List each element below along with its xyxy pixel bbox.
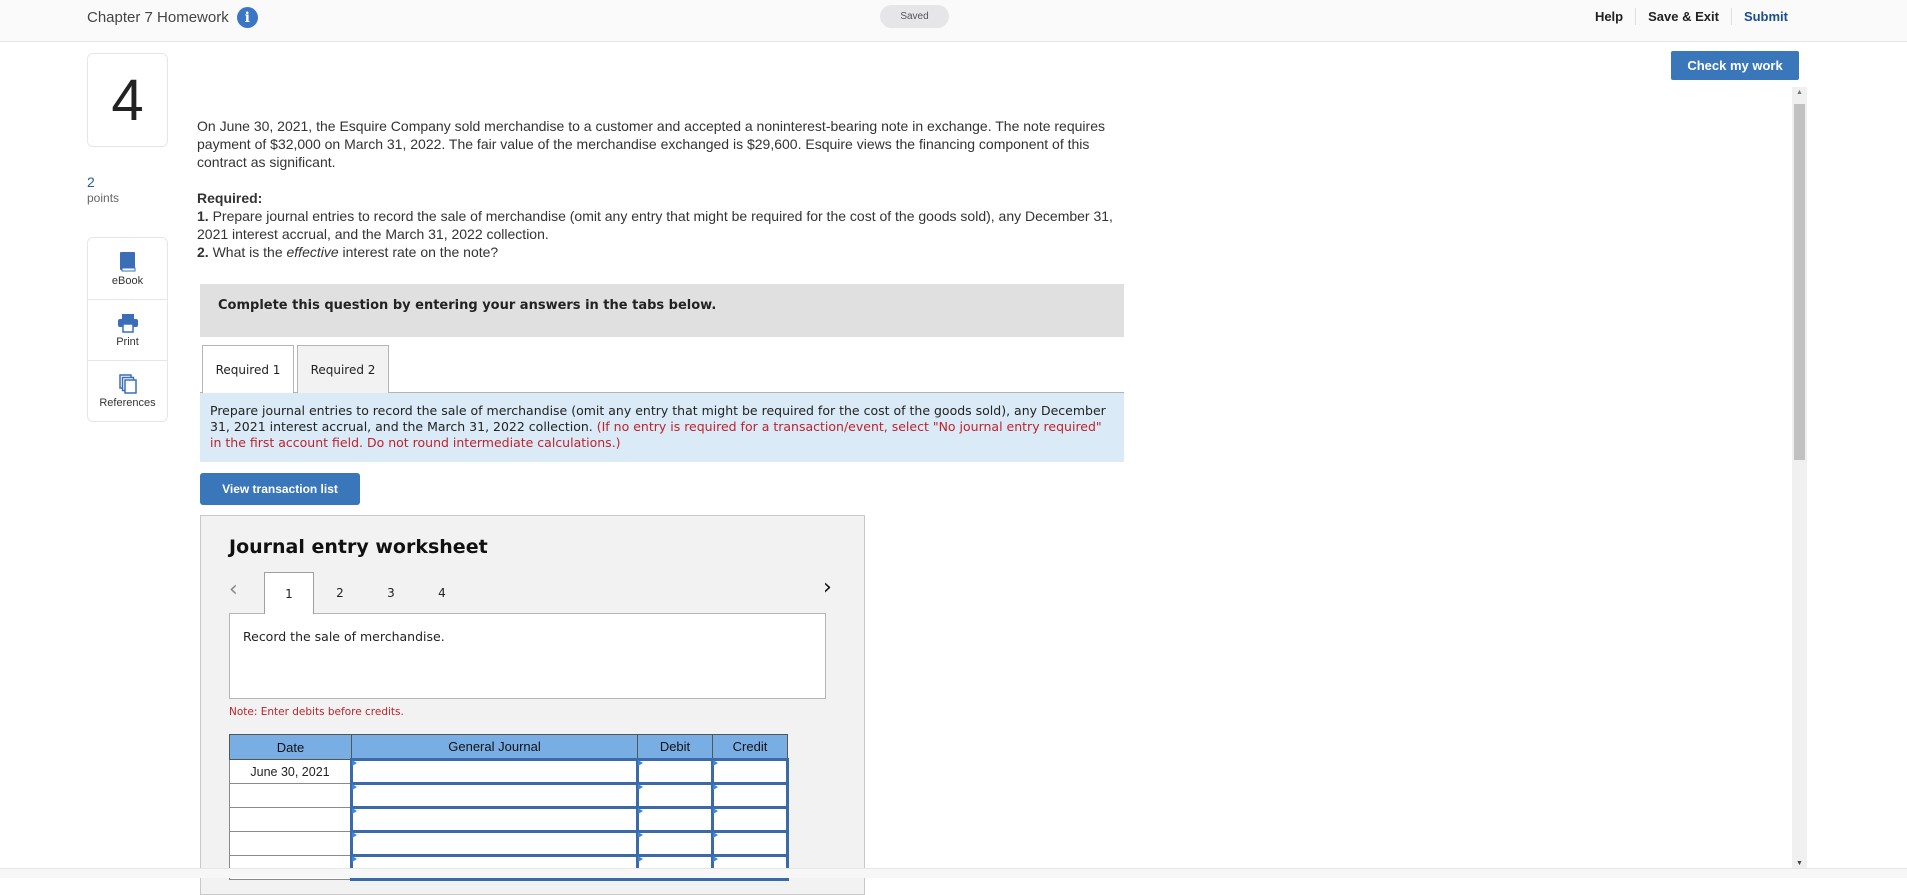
worksheet-description: Record the sale of merchandise. [229, 613, 826, 699]
worksheet-title: Journal entry worksheet [229, 536, 488, 558]
question-tools: eBook Print References [87, 237, 168, 422]
submit-link[interactable]: Submit [1730, 8, 1800, 25]
debit-input[interactable] [636, 782, 714, 809]
credit-input[interactable] [711, 758, 789, 785]
credit-input[interactable] [711, 806, 789, 833]
journal-header-row: Date General Journal Debit Credit [229, 734, 788, 760]
book-icon [119, 251, 137, 273]
points-label: points [87, 191, 120, 205]
scrollbar-thumb[interactable] [1794, 104, 1805, 460]
top-links: Help Save & Exit Submit [1583, 8, 1800, 25]
credit-input[interactable] [711, 782, 789, 809]
references-label: References [99, 397, 156, 409]
req2-text-pre: What is the [208, 244, 287, 260]
journal-entry-worksheet: Journal entry worksheet ‹ 1 2 3 4 › Reco… [200, 515, 865, 895]
requirement-2: 2. What is the effective interest rate o… [197, 243, 1127, 261]
ebook-label: eBook [111, 274, 144, 287]
table-row [229, 782, 789, 809]
account-select[interactable] [350, 830, 639, 857]
references-button[interactable]: References [88, 360, 167, 421]
column-general-journal: General Journal [351, 734, 638, 760]
print-button[interactable]: Print [88, 299, 167, 360]
worksheet-page-1[interactable]: 1 [264, 572, 314, 614]
debit-input[interactable] [636, 758, 714, 785]
account-select[interactable] [350, 806, 639, 833]
date-cell [229, 783, 352, 808]
saved-status-badge: Saved [880, 5, 949, 28]
check-my-work-button[interactable]: Check my work [1671, 51, 1799, 80]
column-date: Date [229, 734, 352, 760]
tab-required-1[interactable]: Required 1 [202, 345, 294, 394]
journal-table: Date General Journal Debit Credit June 3… [229, 734, 789, 881]
date-cell [229, 807, 352, 832]
complete-question-banner: Complete this question by entering your … [200, 284, 1124, 337]
ebook-button[interactable]: eBook [88, 238, 167, 299]
required-heading: Required: [197, 190, 263, 206]
req2-text-emphasis: effective [286, 244, 339, 260]
print-label: Print [116, 336, 139, 348]
scroll-down-arrow-icon[interactable]: ▼ [1796, 860, 1803, 867]
worksheet-page-2[interactable]: 2 [315, 572, 365, 613]
question-number: 4 [87, 53, 168, 147]
requirement-1: 1. Prepare journal entries to record the… [197, 207, 1127, 243]
table-row [229, 806, 789, 833]
table-row: June 30, 2021 [229, 758, 789, 785]
scroll-up-arrow-icon[interactable]: ▲ [1796, 89, 1803, 96]
account-select[interactable] [350, 758, 639, 785]
table-row [229, 830, 789, 857]
tab-required-2[interactable]: Required 2 [297, 345, 389, 393]
worksheet-note: Note: Enter debits before credits. [229, 706, 404, 718]
worksheet-page-4[interactable]: 4 [417, 572, 467, 613]
question-text: On June 30, 2021, the Esquire Company so… [197, 117, 1127, 261]
info-icon[interactable]: i [236, 7, 258, 28]
worksheet-page-3[interactable]: 3 [366, 572, 416, 613]
requirement-tabs: Required 1 Required 2 [200, 345, 1124, 394]
req2-text-post: interest rate on the note? [338, 244, 499, 260]
points-value: 2 [87, 174, 95, 190]
column-debit: Debit [637, 734, 713, 760]
req2-number: 2. [197, 244, 209, 260]
chevron-right-icon[interactable]: › [823, 575, 832, 600]
chevron-left-icon[interactable]: ‹ [229, 577, 238, 602]
copy-documents-icon [118, 373, 137, 395]
tab-instructions: Prepare journal entries to record the sa… [200, 393, 1124, 462]
account-select[interactable] [350, 782, 639, 809]
top-bar: Chapter 7 Homework i Saved Help Save & E… [0, 0, 1907, 42]
save-exit-link[interactable]: Save & Exit [1635, 8, 1731, 25]
view-transaction-list-button[interactable]: View transaction list [200, 473, 360, 505]
date-cell: June 30, 2021 [229, 759, 352, 784]
req1-text: Prepare journal entries to record the sa… [197, 208, 1113, 242]
assignment-title-area: Chapter 7 Homework i [87, 7, 258, 28]
debit-input[interactable] [636, 806, 714, 833]
column-credit: Credit [712, 734, 788, 760]
assignment-title: Chapter 7 Homework [87, 9, 229, 26]
credit-input[interactable] [711, 830, 789, 857]
date-cell [229, 831, 352, 856]
help-link[interactable]: Help [1583, 8, 1635, 25]
bottom-edge [0, 868, 1907, 878]
question-body: On June 30, 2021, the Esquire Company so… [197, 118, 1105, 170]
vertical-scrollbar[interactable]: ▲ ▼ [1792, 87, 1807, 869]
debit-input[interactable] [636, 830, 714, 857]
req1-number: 1. [197, 208, 209, 224]
printer-icon [117, 312, 139, 334]
